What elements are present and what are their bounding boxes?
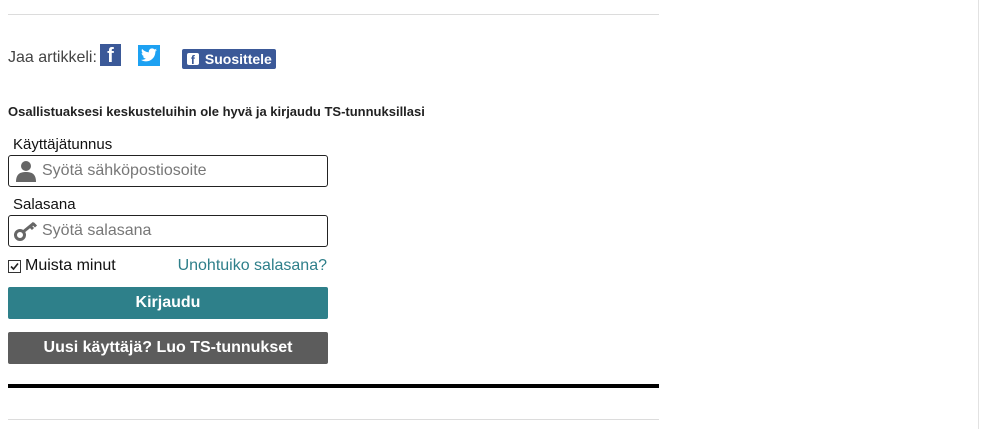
login-prompt: Osallistuaksesi keskusteluihin ole hyvä … xyxy=(8,104,425,119)
section-divider xyxy=(8,384,659,388)
page: Jaa artikkeli: f f Suosittele Osallistua… xyxy=(0,0,982,429)
user-icon xyxy=(13,159,39,183)
username-field[interactable] xyxy=(8,155,328,187)
facebook-badge-icon: f xyxy=(186,53,199,65)
key-icon xyxy=(13,219,39,243)
login-button[interactable]: Kirjaudu xyxy=(8,287,328,319)
checkmark-icon xyxy=(10,262,19,270)
register-button[interactable]: Uusi käyttäjä? Luo TS-tunnukset xyxy=(8,332,328,364)
recommend-label: Suosittele xyxy=(204,51,272,67)
facebook-icon[interactable]: f xyxy=(99,44,121,66)
forgot-password-link[interactable]: Unohtuiko salasana? xyxy=(178,257,327,275)
remember-checkbox[interactable] xyxy=(8,259,21,273)
password-field[interactable] xyxy=(8,215,328,247)
username-input[interactable] xyxy=(39,162,312,180)
bottom-divider xyxy=(8,419,659,420)
share-label: Jaa artikkeli: xyxy=(8,49,97,66)
twitter-icon[interactable] xyxy=(137,44,160,66)
top-divider xyxy=(8,14,659,15)
username-label: Käyttäjätunnus xyxy=(13,136,113,153)
remember-me[interactable]: Muista minut xyxy=(8,257,116,275)
share-bar: Jaa artikkeli: f f Suosittele xyxy=(8,44,276,70)
remember-label: Muista minut xyxy=(25,257,116,274)
password-label: Salasana xyxy=(13,196,76,213)
recommend-button[interactable]: f Suosittele xyxy=(181,49,276,69)
password-input[interactable] xyxy=(39,222,312,240)
right-divider xyxy=(978,0,979,429)
